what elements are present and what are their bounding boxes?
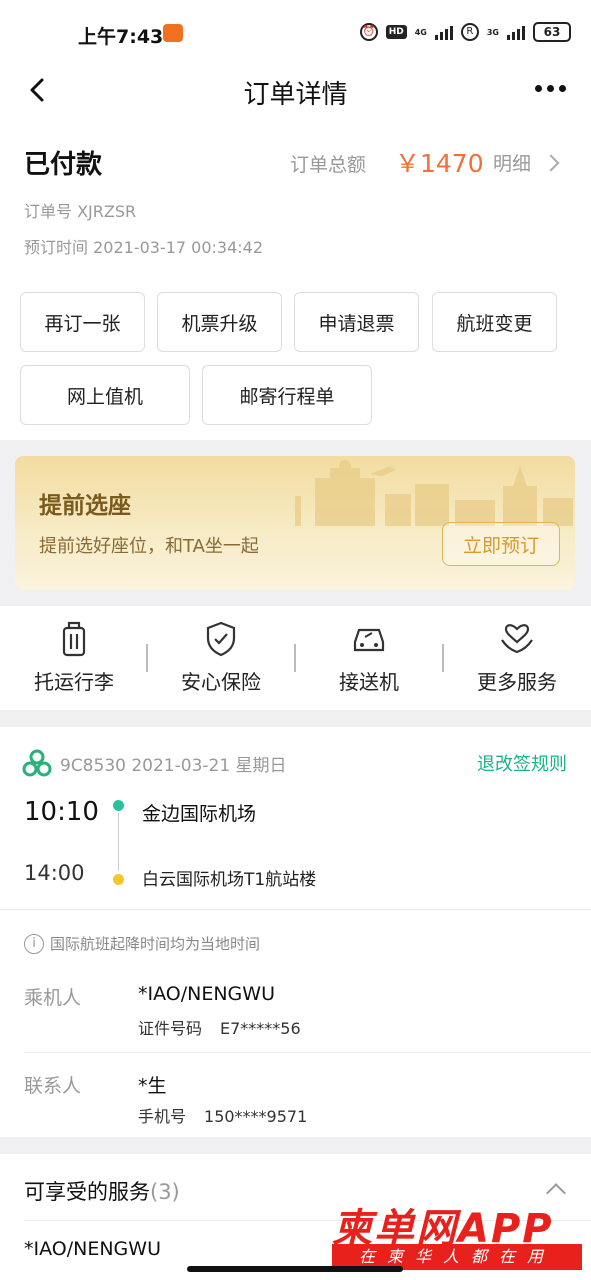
order-time: 预订时间 2021-03-17 00:34:42	[24, 238, 264, 257]
departure-airport: 金边国际机场	[142, 803, 257, 825]
more-menu-icon[interactable]	[535, 76, 571, 100]
nav-bar: 订单详情	[0, 64, 591, 120]
flight-card: 9C8530 2021-03-21 星期日 退改签规则 10:10 金边国际机场…	[0, 727, 591, 1137]
price-detail-link[interactable]: 明细	[493, 149, 560, 176]
contact-label: 联系人	[24, 1075, 82, 1097]
passenger-id-label: 证件号码	[138, 1019, 203, 1038]
home-indicator[interactable]	[187, 1266, 403, 1272]
seat-selection-banner[interactable]: 提前选座 提前选好座位，和TA坐一起 立即预订	[15, 456, 575, 590]
available-services-count: (3)	[150, 1180, 180, 1204]
order-status: 已付款	[24, 150, 103, 180]
service-luggage[interactable]: 托运行李	[0, 620, 148, 695]
order-summary: 已付款 订单总额 ￥1470 明细 订单号 XJRZSR 预订时间 2021-0…	[0, 120, 591, 440]
contact-name: *生	[138, 1075, 167, 1097]
passenger-id-value: E7*****56	[220, 1019, 301, 1038]
route-line	[118, 813, 119, 871]
chevron-right-icon	[542, 154, 560, 171]
book-now-button[interactable]: 立即预订	[442, 522, 560, 566]
battery-icon: 63	[533, 22, 571, 42]
network-3g-icon: 3G	[486, 27, 499, 37]
service-more[interactable]: 更多服务	[443, 620, 591, 695]
price-detail-label: 明细	[493, 153, 532, 175]
city-skyline-illustration	[295, 460, 573, 526]
hd-icon: HD	[385, 25, 407, 39]
arrival-airport: 白云国际机场T1航站楼	[142, 870, 317, 890]
page-title: 订单详情	[243, 80, 348, 110]
signal-icon-2	[507, 24, 525, 40]
online-checkin-button[interactable]: 网上值机	[20, 365, 190, 425]
contact-phone-value: 150****9571	[204, 1107, 308, 1126]
service-insurance[interactable]: 安心保险	[147, 620, 295, 695]
mail-itinerary-button[interactable]: 邮寄行程单	[202, 365, 372, 425]
time-notice-text: 国际航班起降时间均为当地时间	[50, 935, 261, 953]
info-icon: i	[24, 933, 44, 954]
luggage-icon	[62, 621, 86, 657]
change-flight-button[interactable]: 航班变更	[432, 292, 557, 352]
status-time: 上午7:43	[78, 26, 164, 48]
rebook-button[interactable]: 再订一张	[20, 292, 145, 352]
services-bar: 托运行李 安心保险 接送机 更多服务	[0, 606, 591, 710]
refund-button[interactable]: 申请退票	[294, 292, 419, 352]
time-notice: i 国际航班起降时间均为当地时间	[24, 933, 260, 954]
service-label: 接送机	[339, 670, 399, 694]
contact-phone-label: 手机号	[138, 1107, 187, 1126]
banner-subtitle: 提前选好座位，和TA坐一起	[39, 536, 259, 557]
service-label: 更多服务	[477, 670, 557, 694]
network-4g-icon: 4G	[414, 27, 427, 37]
heart-hands-icon	[501, 624, 533, 654]
divider	[24, 1052, 591, 1053]
available-services-title: 可享受的服务	[24, 1180, 150, 1204]
upgrade-ticket-button[interactable]: 机票升级	[157, 292, 282, 352]
service-passenger-name: *IAO/NENGWU	[24, 1238, 161, 1260]
registered-icon: R	[460, 23, 479, 41]
order-number: 订单号 XJRZSR	[24, 202, 137, 221]
service-transfer[interactable]: 接送机	[295, 620, 443, 695]
passenger-id: 证件号码 E7*****56	[138, 1015, 301, 1039]
alarm-icon: ⏰	[359, 23, 378, 41]
departure-dot	[113, 800, 124, 811]
car-icon	[353, 628, 385, 652]
departure-time: 10:10	[24, 797, 99, 827]
status-icons: ⏰ HD 4G R 3G 63	[359, 22, 571, 42]
status-bar: 上午7:43 ⏰ HD 4G R 3G 63	[0, 0, 591, 64]
banner-title: 提前选座	[39, 493, 131, 519]
order-total-amount: ￥1470	[395, 149, 484, 178]
passenger-label: 乘机人	[24, 987, 82, 1009]
service-label: 托运行李	[34, 670, 114, 694]
arrival-dot	[113, 874, 124, 885]
flight-info: 9C8530 2021-03-21 星期日	[60, 756, 287, 776]
refund-change-rules-link[interactable]: 退改签规则	[477, 750, 567, 776]
passenger-name: *IAO/NENGWU	[138, 983, 275, 1005]
arrival-time: 14:00	[24, 861, 85, 885]
available-services-header[interactable]: 可享受的服务(3)	[24, 1176, 180, 1206]
airline-logo-icon	[22, 749, 52, 777]
signal-icon	[434, 24, 453, 40]
order-total-label: 订单总额	[290, 154, 367, 176]
divider	[0, 909, 591, 910]
contact-phone: 手机号 150****9571	[138, 1103, 307, 1127]
service-label: 安心保险	[181, 670, 261, 694]
shield-check-icon	[206, 621, 236, 657]
app-notification-icon	[163, 24, 183, 42]
